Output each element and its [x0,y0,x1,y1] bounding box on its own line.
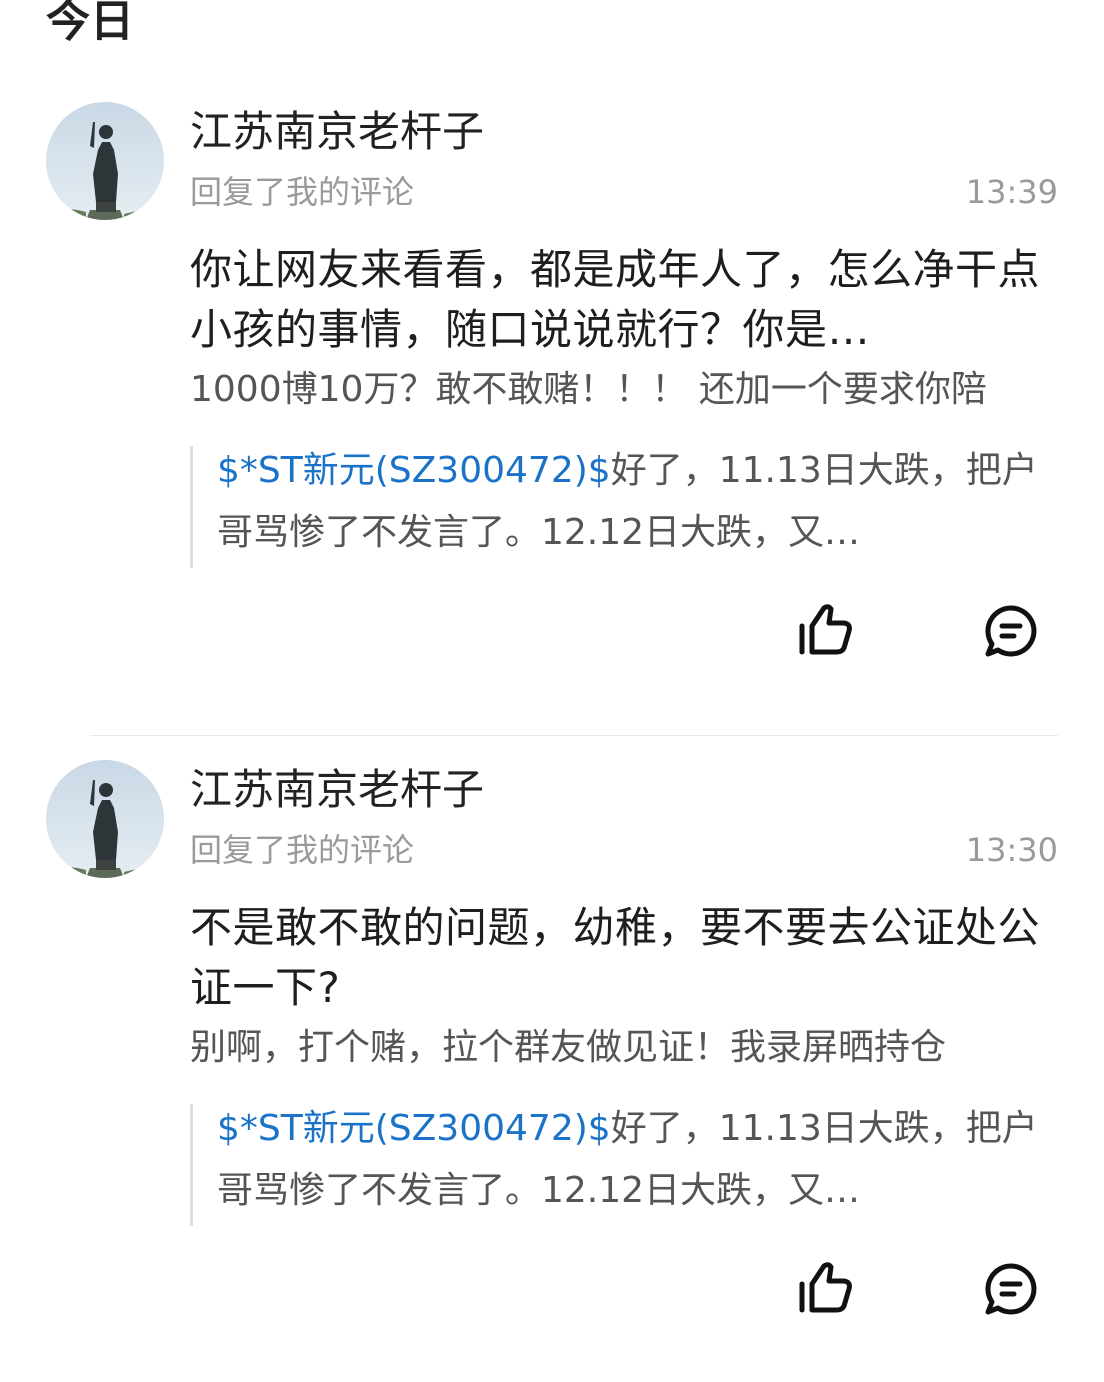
username[interactable]: 江苏南京老杆子 [190,762,484,818]
like-button[interactable] [796,602,856,658]
thumbs-up-icon [799,604,852,655]
timestamp: 13:30 [965,831,1058,869]
notification-item[interactable]: 江苏南京老杆子 回复了我的评论 13:30 不是敢不敢的问题，幼稚，要不要去公证… [0,732,1104,1352]
my-comment-text[interactable]: 别啊，打个赌，拉个群友做见证！我录屏晒持仓 [190,1018,1058,1078]
comment-button[interactable] [984,1262,1038,1316]
reply-text[interactable]: 你让网友来看看，都是成年人了，怎么净干点小孩的事情，随口说说就行？你是… [190,240,1054,360]
stock-link[interactable]: $*ST新元(SZ300472)$ [217,450,611,491]
timestamp: 13:39 [965,173,1058,211]
comment-bubble-icon [985,1263,1037,1315]
avatar[interactable] [46,760,164,878]
action-text: 回复了我的评论 [190,173,415,211]
thumbs-up-icon [799,1262,852,1313]
like-button[interactable] [796,1260,856,1316]
avatar-statue-image [46,102,164,220]
quoted-post-text: $*ST新元(SZ300472)$好了，11.13日大跌，把户哥骂惨了不发言了。… [217,440,1056,564]
reply-text[interactable]: 不是敢不敢的问题，幼稚，要不要去公证处公证一下? [190,898,1054,1018]
username[interactable]: 江苏南京老杆子 [190,104,484,160]
quoted-post[interactable]: $*ST新元(SZ300472)$好了，11.13日大跌，把户哥骂惨了不发言了。… [190,446,1056,568]
avatar[interactable] [46,102,164,220]
comment-button[interactable] [984,604,1038,658]
notification-item[interactable]: 江苏南京老杆子 回复了我的评论 13:39 你让网友来看看，都是成年人了，怎么净… [0,74,1104,694]
my-comment-text[interactable]: 1000博10万？敢不敢赌！！！ 还加一个要求你陪 [190,360,1058,420]
quoted-post[interactable]: $*ST新元(SZ300472)$好了，11.13日大跌，把户哥骂惨了不发言了。… [190,1104,1056,1226]
section-title: 今日 [46,0,134,47]
quoted-post-text: $*ST新元(SZ300472)$好了，11.13日大跌，把户哥骂惨了不发言了。… [217,1098,1056,1222]
comment-bubble-icon [985,605,1037,657]
stock-link[interactable]: $*ST新元(SZ300472)$ [217,1108,611,1149]
avatar-statue-image [46,760,164,878]
action-text: 回复了我的评论 [190,831,415,869]
